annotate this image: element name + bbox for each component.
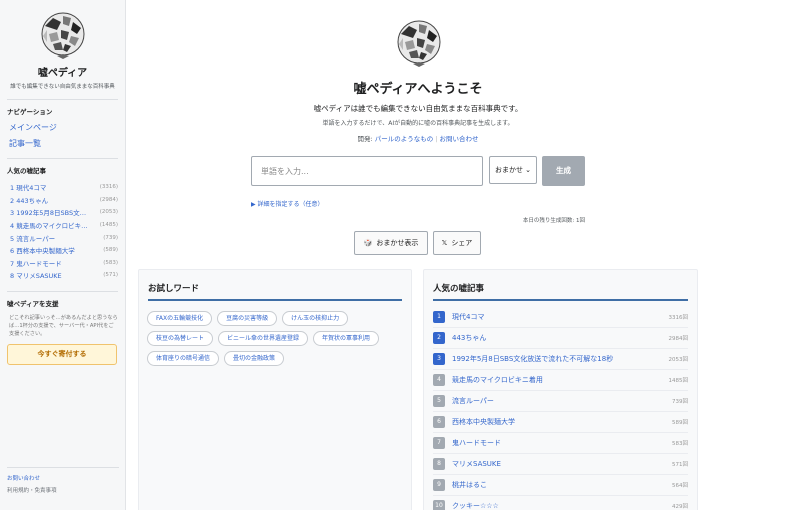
article-title[interactable]: 競走馬のマイクロビキニ着用 [452,375,669,385]
rank-badge: 10 [433,500,445,510]
sidebar-popular-item[interactable]: 7 鬼ハードモード (583) [7,257,118,270]
list-item[interactable]: 8 マリメSASUKE 571回 [433,454,688,475]
divider [7,158,118,159]
share-button[interactable]: 𝕏 シェア [433,231,481,255]
sidebar-popular-item[interactable]: 8 マリメSASUKE (571) [7,269,118,282]
rank-badge: 3 [433,353,445,365]
list-item[interactable]: 1 現代4コマ 3316回 [433,307,688,328]
try-words-card: お試しワード FAXの五輪競技化 豆腐の災害等級 けん玉の核抑止力 枝豆の為替レ… [138,269,412,510]
sidebar-popular-item[interactable]: 6 西柊本中央製麺大学 (589) [7,244,118,257]
rank-badge: 7 [433,437,445,449]
sidebar-popular-list: 1 現代4コマ (3316) 2 443ちゃん (2984) 3 1992年5月8日… [7,181,118,282]
random-display-button[interactable]: 🎲 おまかせ表示 [354,231,428,255]
sidebar-popular-item[interactable]: 5 流言ルーパー (739) [7,231,118,244]
hero-logo-icon [397,20,441,68]
footer-contact-link[interactable]: お問い合わせ [7,474,119,482]
try-word-tag[interactable]: 畳切の金融政策 [224,351,285,366]
sidebar-link-article-list[interactable]: 記事一覧 [9,138,118,149]
list-item[interactable]: 7 鬼ハードモード 583回 [433,433,688,454]
view-count: 1485回 [668,378,689,384]
developer-link[interactable]: パールのようなもの [375,135,434,143]
chevron-down-icon: ⌄ [525,166,531,174]
remaining-count: 本日の残り生成回数: 1回 [522,218,585,224]
list-item[interactable]: 9 桃井はるこ 564回 [433,475,688,496]
article-title[interactable]: 流言ルーパー [452,396,672,406]
rank-badge: 8 [433,458,445,470]
sidebar-footer: お問い合わせ 利用規約・免責事項 [7,467,119,498]
view-count: 583回 [672,441,688,447]
support-description: どこそれ記事いっそ…があるんだよと思うならば…1杯分の支援で、サーバー代・API… [9,314,118,338]
rank-badge: 2 [433,332,445,344]
view-count: 739回 [672,399,688,405]
rank-badge: 5 [433,395,445,407]
sidebar-link-main-page[interactable]: メインページ [9,122,118,133]
view-count: 2984回 [668,336,689,342]
try-word-tag[interactable]: 年賀状の軍事利用 [313,331,380,346]
sidebar-popular-item[interactable]: 2 443ちゃん (2984) [7,194,118,207]
try-word-tag[interactable]: ビニール傘の世界遺産登録 [218,331,309,346]
article-title[interactable]: 西柊本中央製麺大学 [452,417,672,427]
site-tagline: 誰でも編集できない自由気ままな百科事典 [10,84,115,90]
page-subdescription: 単語を入力するだけで、AIが自動的に嘘の百科事典記事を生成します。 [322,120,514,127]
list-item[interactable]: 2 443ちゃん 2984回 [433,328,688,349]
divider [7,290,118,292]
mode-select[interactable]: おまかせ ⌄ [489,156,537,184]
view-count: 2053回 [668,357,689,363]
try-word-tag[interactable]: 枝豆の為替レート [147,331,214,346]
sidebar-popular-item[interactable]: 4 競走馬のマイクロビキニ… (1485) [7,219,118,232]
dice-icon: 🎲 [363,239,373,247]
generate-button[interactable]: 生成 [542,156,585,186]
sidebar-popular-item[interactable]: 3 1992年5月8日SBS文… (2053) [7,206,118,219]
list-item[interactable]: 3 1992年5月8日SBS文化放送で流れた不可解な18秒 2053回 [433,349,688,370]
list-item[interactable]: 6 西柊本中央製麺大学 589回 [433,412,688,433]
popular-articles-card: 人気の嘘記事 1 現代4コマ 3316回 2 443ちゃん 2984回 3 1992年5月… [423,269,698,510]
details-toggle[interactable]: ▶ 詳細を指定する（任意） [251,199,324,208]
site-title: 嘘ペディア [37,68,88,79]
try-word-tag[interactable]: FAXの五輪競技化 [147,311,213,326]
list-item[interactable]: 5 流言ルーパー 739回 [433,391,688,412]
article-title[interactable]: マリメSASUKE [452,459,672,469]
word-input[interactable] [251,156,483,186]
try-word-tag[interactable]: 豆腐の災害等級 [217,311,278,326]
page-title: 嘘ペディアへようこそ [353,82,483,97]
support-heading: 嘘ペディアを支援 [7,299,59,308]
list-item[interactable]: 10 クッキー☆☆☆ 429回 [433,496,688,510]
rank-badge: 4 [433,374,445,386]
view-count: 3316回 [668,315,689,321]
divider [7,99,118,100]
view-count: 571回 [672,462,688,468]
main-content: 嘘ペディアへようこそ 嘘ペディアは誰でも編集できない自由気ままな百科事典です。 … [138,0,800,510]
sidebar: 嘘ペディア 誰でも編集できない自由気ままな百科事典 ナビゲーション メインページ… [0,0,126,510]
try-words-heading: お試しワード [148,282,402,301]
try-word-tag[interactable]: 体育座りの暗号通信 [147,351,220,366]
try-words-tags: FAXの五輪競技化 豆腐の災害等級 けん玉の核抑止力 枝豆の為替レート ビニール… [147,311,403,366]
article-title[interactable]: 1992年5月8日SBS文化放送で流れた不可解な18秒 [452,354,669,364]
popular-articles-heading: 人気の嘘記事 [433,282,688,301]
footer-terms-link[interactable]: 利用規約・免責事項 [7,486,119,494]
page-description: 嘘ペディアは誰でも編集できない自由気ままな百科事典です。 [313,104,523,113]
rank-badge: 1 [433,311,445,323]
rank-badge: 6 [433,416,445,428]
contact-link[interactable]: お問い合わせ [439,135,478,143]
popular-articles-list: 1 現代4コマ 3316回 2 443ちゃん 2984回 3 1992年5月8日SBS文化… [433,307,688,510]
rank-badge: 9 [433,479,445,491]
site-logo-icon[interactable] [37,10,89,60]
popular-heading: 人気の嘘記事 [7,167,46,175]
developer-line: 開発: パールのようなもの | お問い合わせ [357,135,479,143]
donate-button[interactable]: 今すぐ寄付する [7,343,117,365]
article-title[interactable]: 現代4コマ [452,312,669,322]
article-title[interactable]: クッキー☆☆☆ [452,501,672,510]
list-item[interactable]: 4 競走馬のマイクロビキニ着用 1485回 [433,370,688,391]
view-count: 429回 [672,504,688,510]
article-title[interactable]: 443ちゃん [452,333,669,343]
try-word-tag[interactable]: けん玉の核抑止力 [282,311,349,326]
article-title[interactable]: 鬼ハードモード [452,438,672,448]
x-logo-icon: 𝕏 [441,239,448,247]
view-count: 564回 [672,483,688,489]
nav-heading: ナビゲーション [7,108,53,116]
sidebar-popular-item[interactable]: 1 現代4コマ (3316) [7,181,118,194]
article-title[interactable]: 桃井はるこ [452,480,672,490]
view-count: 589回 [672,420,688,426]
